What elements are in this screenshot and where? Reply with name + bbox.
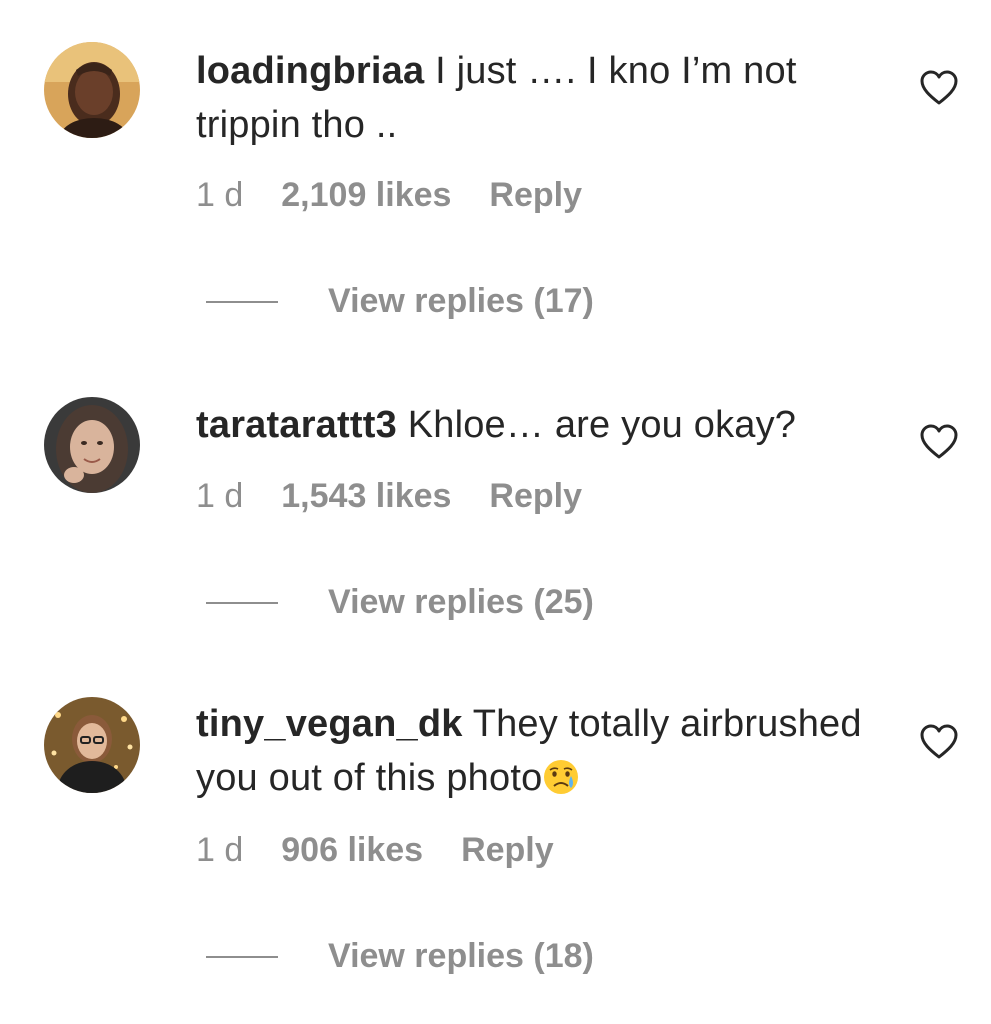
comment-likes[interactable]: 906 likes [281,831,423,870]
reply-button[interactable]: Reply [461,831,554,870]
heart-outline-icon[interactable] [920,424,958,460]
comment-username[interactable]: taratarattt3 [196,404,397,446]
view-replies-label: View replies (17) [328,282,594,320]
comment-meta: 1 d 906 likes Reply [196,831,554,870]
comment-likes[interactable]: 1,543 likes [281,477,451,516]
avatar[interactable] [44,42,140,138]
comment-meta: 1 d 1,543 likes Reply [196,477,582,516]
avatar[interactable] [44,697,140,793]
comment-likes[interactable]: 2,109 likes [281,176,451,215]
reply-button[interactable]: Reply [489,477,582,516]
view-replies-button[interactable]: View replies (17) [206,282,594,321]
comment-text: loadingbriaa I just …. I kno I’m not tri… [196,44,876,152]
crying-face-emoji-icon [542,757,580,795]
view-replies-button[interactable]: View replies (18) [206,937,594,976]
comment-username[interactable]: tiny_vegan_dk [196,703,463,745]
view-replies-label: View replies (18) [328,937,594,975]
reply-button[interactable]: Reply [489,176,582,215]
divider-line [206,955,278,958]
comment-text: taratarattt3 Khloe… are you okay? [196,398,876,452]
comment-body: Khloe… are you okay? [407,404,797,446]
view-replies-label: View replies (25) [328,583,594,621]
divider-line [206,300,278,303]
comment-meta: 1 d 2,109 likes Reply [196,176,582,215]
divider-line [206,601,278,604]
comment-time: 1 d [196,831,244,869]
comment-time: 1 d [196,477,244,515]
avatar[interactable] [44,397,140,493]
heart-outline-icon[interactable] [920,70,958,106]
comment-username[interactable]: loadingbriaa [196,50,424,92]
view-replies-button[interactable]: View replies (25) [206,583,594,622]
heart-outline-icon[interactable] [920,724,958,760]
comment-text: tiny_vegan_dk They totally airbrushed yo… [196,697,876,805]
comment-time: 1 d [196,176,244,214]
